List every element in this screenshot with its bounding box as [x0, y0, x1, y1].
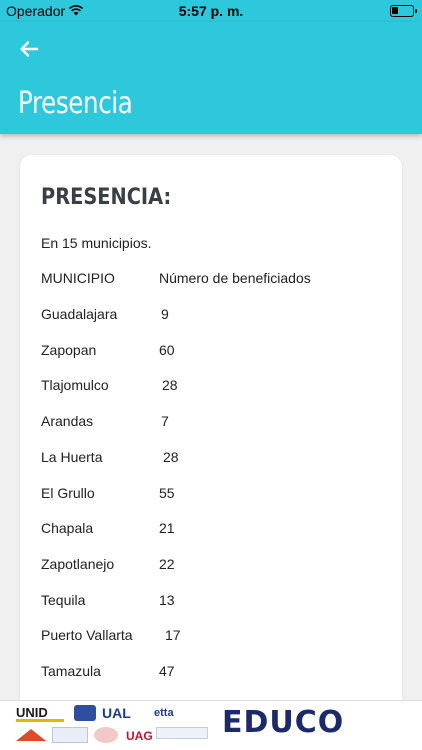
presence-card: PRESENCIA: En 15 municipios. MUNICIPIO N… [20, 155, 402, 715]
beneficiary-count: 21 [159, 520, 175, 536]
table-row: La Huerta 28 [41, 449, 391, 469]
clock: 5:57 p. m. [178, 3, 244, 19]
beneficiary-count: 22 [159, 556, 175, 572]
beneficiary-count: 13 [159, 592, 175, 608]
unid-logo-underline [16, 719, 64, 722]
municipio-name: Tamazula [41, 663, 101, 679]
status-bar: Operador 5:57 p. m. [0, 0, 422, 22]
sponsor-logo [156, 727, 208, 739]
municipio-name: Zapopan [41, 342, 97, 358]
table-row: Guadalajara 9 [41, 306, 391, 326]
municipio-name: Tlajomulco [41, 377, 109, 393]
table-row: Chapala 21 [41, 520, 391, 540]
intro-text: En 15 municipios. [41, 235, 152, 251]
table-row: Puerto Vallarta 17 [41, 627, 391, 647]
back-arrow-icon[interactable] [14, 34, 44, 64]
municipio-name: Tequila [41, 592, 86, 608]
app-bar: Presencia [0, 22, 422, 134]
beneficiary-count: 17 [165, 627, 181, 643]
sponsor-logo [16, 729, 46, 741]
table-row: El Grullo 55 [41, 485, 391, 505]
municipio-name: Puerto Vallarta [41, 627, 133, 643]
table-row: Zapotlanejo 22 [41, 556, 391, 576]
educo-logo: EDUCO [222, 705, 345, 740]
table-row: Tamazula 47 [41, 663, 391, 683]
column-header-municipio: MUNICIPIO [41, 270, 115, 286]
municipio-name: Zapotlanejo [41, 556, 115, 572]
battery-icon [390, 5, 417, 17]
municipio-name: El Grullo [41, 485, 95, 501]
beneficiary-count: 55 [159, 485, 175, 501]
ual-logo: UAL [102, 705, 131, 721]
sponsor-logo [52, 727, 88, 743]
beneficiary-count: 28 [162, 377, 178, 393]
sponsor-logo [94, 727, 118, 743]
column-header-beneficiados: Número de beneficiados [159, 270, 311, 286]
municipio-name: La Huerta [41, 449, 103, 465]
beneficiary-count: 60 [159, 342, 175, 358]
municipio-name: Guadalajara [41, 306, 118, 322]
beneficiary-count: 47 [159, 663, 175, 679]
sponsor-footer: UNID UAL etta UAG EDUCO [0, 700, 422, 750]
municipio-name: Chapala [41, 520, 94, 536]
table-row: Arandas 7 [41, 413, 391, 433]
municipio-name: Arandas [41, 413, 94, 429]
etta-logo: etta [154, 707, 174, 719]
card-heading: PRESENCIA: [41, 185, 172, 210]
table-header: MUNICIPIO Número de beneficiados [41, 270, 391, 290]
unid-logo: UNID [16, 705, 48, 720]
beneficiary-count: 7 [161, 413, 169, 429]
university-shield-logo [74, 705, 96, 721]
uag-logo: UAG [126, 729, 153, 743]
page-title: Presencia [18, 86, 133, 121]
beneficiary-count: 28 [163, 449, 179, 465]
table-row: Zapopan 60 [41, 342, 391, 362]
table-row: Tlajomulco 28 [41, 377, 391, 397]
table-row: Tequila 13 [41, 592, 391, 612]
beneficiary-count: 9 [161, 306, 169, 322]
